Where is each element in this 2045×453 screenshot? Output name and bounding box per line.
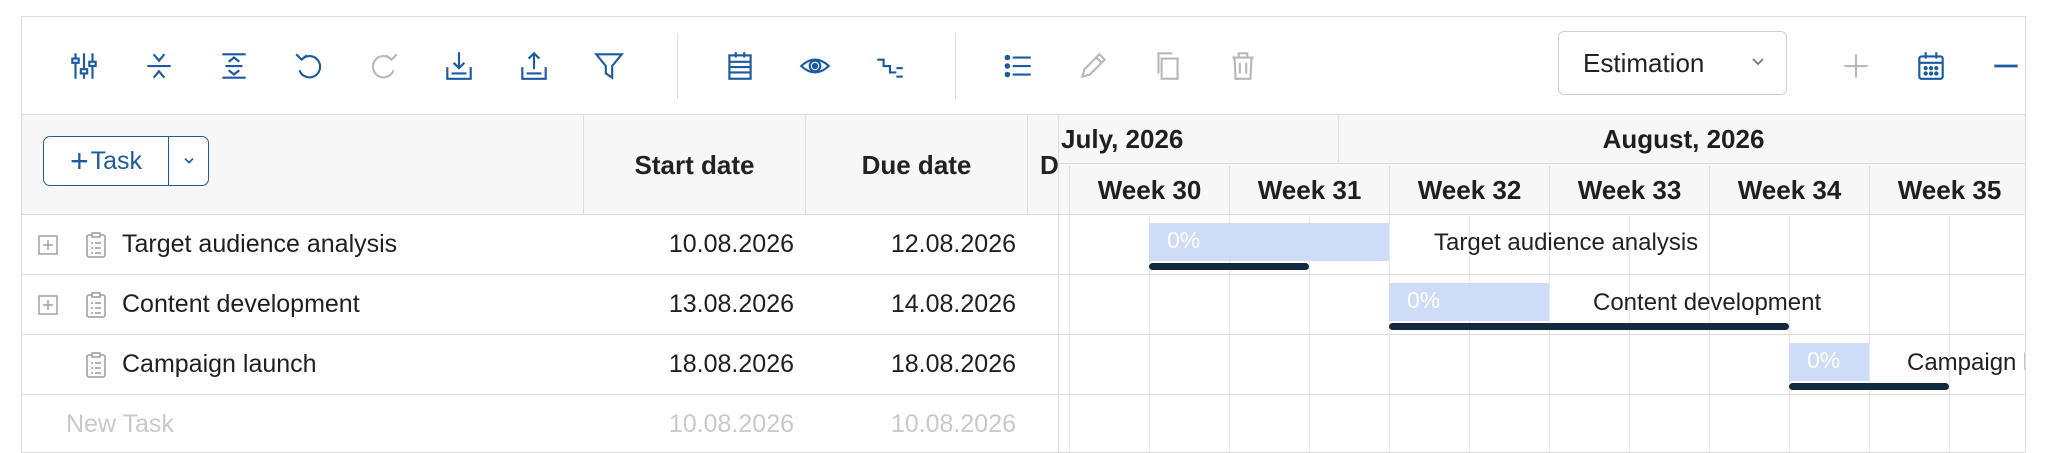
edit-icon[interactable] bbox=[1073, 46, 1113, 86]
column-header-due-date[interactable]: Due date bbox=[805, 115, 1027, 215]
task-name: Content development bbox=[122, 290, 360, 318]
column-header-start-date[interactable]: Start date bbox=[583, 115, 805, 215]
task-bar-progress-label: 0% bbox=[1167, 227, 1201, 253]
month-header: July, 2026 bbox=[1059, 115, 1338, 164]
critical-path-icon[interactable] bbox=[870, 46, 910, 86]
table-row[interactable]: Target audience analysis 10.08.2026 12.0… bbox=[22, 215, 1058, 275]
task-start-date: 18.08.2026 bbox=[668, 350, 794, 378]
estimation-select-value: Estimation bbox=[1583, 47, 1705, 78]
gantt-chart: July, 2026 August, 2026 Week 30 Week 31 … bbox=[1058, 115, 2026, 452]
copy-icon[interactable] bbox=[1148, 46, 1188, 86]
task-start-date: 13.08.2026 bbox=[668, 290, 794, 318]
month-header: August, 2026 bbox=[1338, 115, 2025, 164]
expand-icon[interactable] bbox=[38, 295, 58, 315]
task-bar-label: Campaign l bbox=[1907, 349, 2026, 376]
chevron-down-icon bbox=[1752, 58, 1764, 66]
week-header: Week 35 bbox=[1869, 165, 2025, 215]
week-header: Week 34 bbox=[1709, 165, 1869, 215]
calendar-grid-icon[interactable] bbox=[720, 46, 760, 86]
add-task-button[interactable]: + Task bbox=[44, 137, 168, 185]
task-bar-baseline bbox=[1389, 323, 1789, 330]
task-due-date: 14.08.2026 bbox=[890, 290, 1016, 318]
task-start-date: 10.08.2026 bbox=[668, 230, 794, 258]
list-icon[interactable] bbox=[998, 46, 1038, 86]
calendar-icon[interactable] bbox=[1911, 46, 1951, 86]
expand-all-icon[interactable] bbox=[214, 46, 254, 86]
task-due-date: 18.08.2026 bbox=[890, 350, 1016, 378]
task-bar-baseline bbox=[1149, 263, 1309, 270]
undo-icon[interactable] bbox=[289, 46, 329, 86]
week-header: Week 30 bbox=[1069, 165, 1229, 215]
new-task-due-date: 10.08.2026 bbox=[890, 410, 1016, 438]
week-header: Week 33 bbox=[1549, 165, 1709, 215]
task-bar[interactable]: 0% bbox=[1389, 283, 1549, 321]
task-bar-progress-label: 0% bbox=[1807, 347, 1841, 373]
expand-icon[interactable] bbox=[38, 235, 58, 255]
task-clipboard-icon bbox=[86, 352, 106, 378]
export-icon[interactable] bbox=[514, 46, 554, 86]
task-name: Target audience analysis bbox=[122, 230, 398, 258]
column-header-duration[interactable]: Du bbox=[1027, 115, 1058, 215]
chevron-down-icon bbox=[183, 158, 194, 164]
plus-icon: + bbox=[69, 143, 89, 179]
task-bar-baseline bbox=[1789, 383, 1949, 390]
grid-header: + Task Start date Due date Du bbox=[22, 115, 1058, 215]
new-task-name[interactable]: New Task bbox=[66, 395, 174, 452]
new-task-row[interactable]: New Task 10.08.2026 10.08.2026 bbox=[22, 395, 1058, 452]
task-clipboard-icon bbox=[86, 292, 106, 318]
column-settings-icon[interactable] bbox=[64, 46, 104, 86]
task-clipboard-icon bbox=[86, 232, 106, 258]
add-icon[interactable] bbox=[1836, 46, 1876, 86]
task-bar[interactable]: 0% bbox=[1149, 223, 1389, 261]
task-due-date: 12.08.2026 bbox=[890, 230, 1016, 258]
task-name: Campaign launch bbox=[122, 350, 317, 378]
estimation-select[interactable]: Estimation bbox=[1558, 31, 1787, 95]
gantt-app: Estimation + Task Start date Due date D … bbox=[21, 16, 2026, 453]
import-icon[interactable] bbox=[439, 46, 479, 86]
add-task-label: Task bbox=[90, 146, 143, 175]
task-bar-label: Target audience analysis bbox=[1434, 229, 1699, 256]
zoom-out-icon[interactable] bbox=[1986, 46, 2025, 86]
week-header: Week 32 bbox=[1389, 165, 1549, 215]
table-row[interactable]: Content development 13.08.2026 14.08.202… bbox=[22, 275, 1058, 335]
task-grid: + Task Start date Due date Du Target aud… bbox=[22, 115, 1058, 452]
new-task-start-date: 10.08.2026 bbox=[668, 410, 794, 438]
add-task-button-group: + Task bbox=[43, 136, 209, 186]
timeline-header: July, 2026 August, 2026 Week 30 Week 31 … bbox=[1059, 115, 2025, 215]
eye-icon[interactable] bbox=[795, 46, 835, 86]
task-bar[interactable]: 0% bbox=[1789, 343, 1869, 381]
redo-icon[interactable] bbox=[364, 46, 404, 86]
task-bar-progress-label: 0% bbox=[1407, 287, 1441, 313]
task-bar-label: Content development bbox=[1593, 289, 1822, 316]
table-row[interactable]: Campaign launch 18.08.2026 18.08.2026 bbox=[22, 335, 1058, 395]
toolbar: Estimation bbox=[22, 17, 2025, 115]
week-header: Week 31 bbox=[1229, 165, 1389, 215]
add-task-dropdown-button[interactable] bbox=[168, 137, 208, 185]
collapse-all-icon[interactable] bbox=[139, 46, 179, 86]
filter-icon[interactable] bbox=[589, 46, 629, 86]
delete-icon[interactable] bbox=[1223, 46, 1263, 86]
